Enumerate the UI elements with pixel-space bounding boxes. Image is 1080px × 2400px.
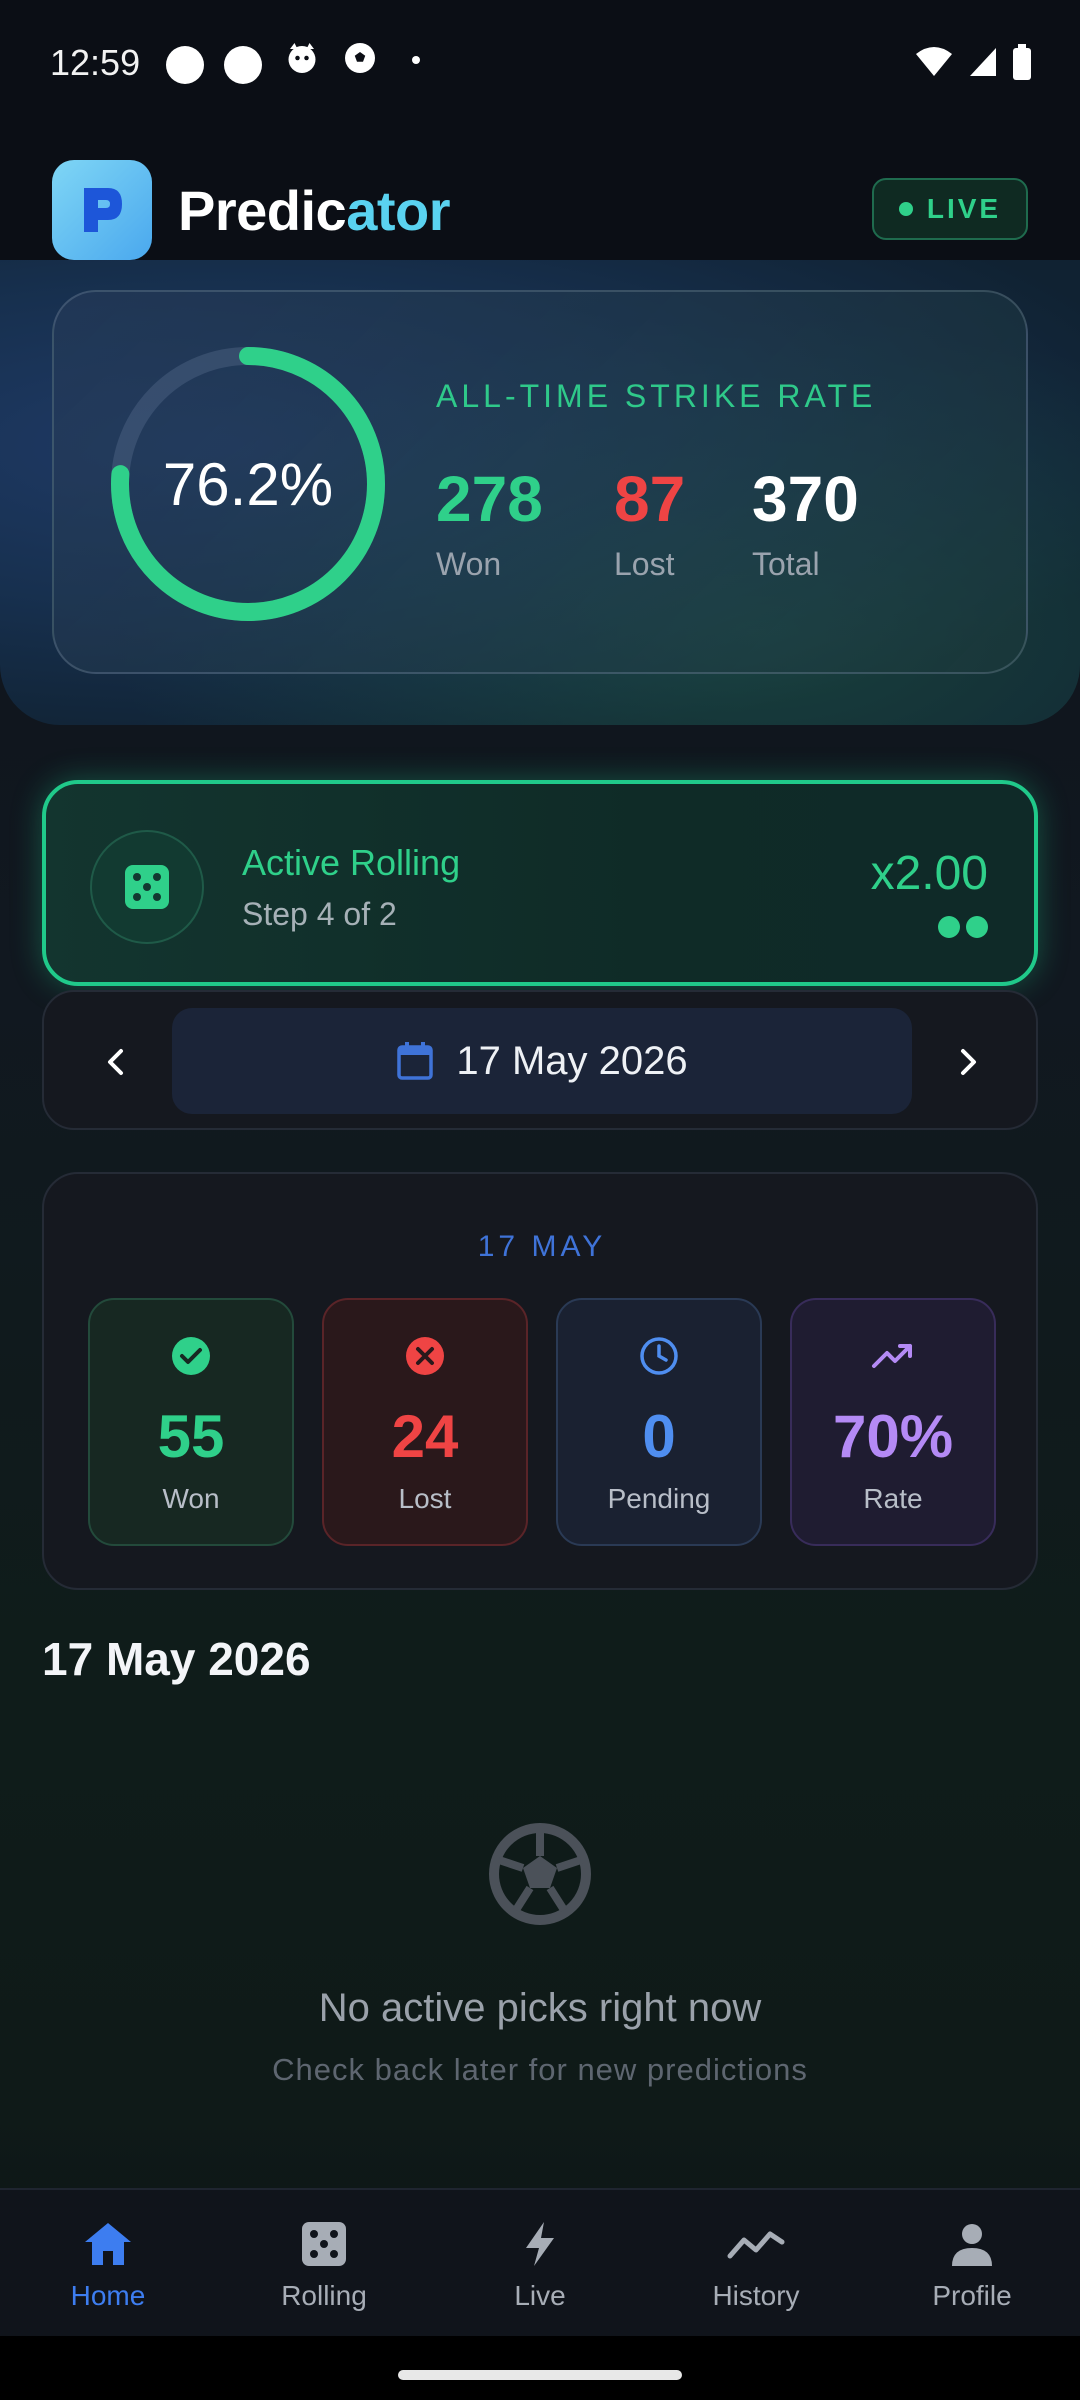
summary-date-label: 17 MAY (477, 1230, 607, 1263)
won-tile-label: Won (162, 1483, 220, 1514)
chart-line-icon (727, 2231, 785, 2259)
soccer-ball-icon (489, 1823, 591, 1925)
rolling-title: Active Rolling (242, 842, 461, 883)
nav-profile[interactable]: Profile (892, 2220, 1052, 2312)
live-badge[interactable]: LIVE (872, 178, 1028, 240)
nav-live[interactable]: Live (460, 2220, 620, 2312)
nav-rolling[interactable]: Rolling (244, 2220, 404, 2312)
status-time: 12:59 (50, 42, 141, 83)
dice-icon-badge (90, 830, 204, 944)
chevron-left-icon (108, 1049, 123, 1075)
won-label: Won (436, 546, 502, 582)
nav-profile-label: Profile (932, 2280, 1012, 2311)
previous-date-button[interactable] (84, 1030, 148, 1094)
won-tile: 55 Won (88, 1298, 294, 1546)
won-stat: 278 Won (436, 462, 543, 583)
pending-tile: 0 Pending (556, 1298, 762, 1546)
rate-tile-label: Rate (863, 1483, 923, 1514)
x-circle-icon (405, 1336, 445, 1376)
wifi-icon (914, 46, 954, 83)
rolling-multiplier: x2.00 (870, 847, 988, 900)
rate-value: 70% (832, 1403, 954, 1470)
lost-label: Lost (614, 546, 675, 582)
selected-date: 17 May 2026 (456, 1038, 688, 1083)
nav-live-label: Live (514, 2280, 566, 2311)
nav-history[interactable]: History (676, 2220, 836, 2312)
status-bar: 12:59 (0, 0, 1080, 130)
lost-value: 24 (391, 1403, 459, 1470)
home-gesture-handle[interactable] (398, 2370, 682, 2380)
empty-state-title: No active picks right now (318, 1986, 762, 2030)
person-icon (952, 2224, 992, 2266)
pending-value: 0 (642, 1403, 676, 1470)
won-count: 278 (436, 463, 543, 535)
rate-tile: 70% Rate (790, 1298, 996, 1546)
notification-icon (224, 46, 262, 84)
bolt-icon (526, 2222, 554, 2266)
strike-rate-value: 76.2% (162, 450, 334, 518)
app-header: Predicator LIVE (0, 130, 1080, 260)
dice-icon (125, 865, 169, 909)
signal-icon (968, 46, 998, 83)
status-right (914, 44, 1032, 85)
cat-notification-icon (284, 40, 320, 85)
pending-tile-label: Pending (607, 1483, 711, 1514)
nav-home[interactable]: Home (28, 2220, 188, 2312)
app-title: Predicator (178, 179, 450, 242)
gesture-area (0, 2336, 1080, 2400)
home-icon (85, 2223, 131, 2265)
lost-stat: 87 Lost (614, 462, 685, 583)
live-label: LIVE (926, 193, 1002, 224)
app-logo (52, 160, 152, 260)
clock-icon (639, 1336, 679, 1376)
won-value: 55 (157, 1403, 225, 1470)
more-notifications-icon (412, 56, 420, 64)
bottom-navigation: Home Rolling Live History Profile (0, 2188, 1080, 2336)
nav-home-label: Home (70, 2280, 146, 2311)
soccer-notification-icon (342, 40, 378, 85)
trending-up-icon (871, 1336, 915, 1376)
rolling-progress-dots (938, 916, 988, 938)
empty-state-subtitle: Check back later for new predictions (272, 2052, 808, 2087)
lost-count: 87 (614, 463, 686, 535)
live-dot-icon (898, 202, 913, 216)
total-label: Total (752, 546, 820, 582)
next-date-button[interactable] (936, 1030, 1000, 1094)
total-stat: 370 Total (752, 462, 859, 583)
active-rolling-card[interactable]: Active Rolling Step 4 of 2 x2.00 (42, 780, 1038, 986)
lost-tile: 24 Lost (322, 1298, 528, 1546)
nav-history-label: History (712, 2280, 800, 2311)
strike-rate-label: ALL-TIME STRIKE RATE (436, 378, 877, 414)
notification-icon (166, 46, 204, 84)
section-title: 17 May 2026 (42, 1633, 311, 1685)
chevron-right-icon (961, 1049, 976, 1075)
total-count: 370 (752, 463, 859, 535)
battery-icon (1012, 44, 1032, 85)
lost-tile-label: Lost (398, 1483, 452, 1514)
day-summary-card: 17 MAY 55 Won 24 Lost 0 Pending 70% Rate (42, 1172, 1038, 1590)
date-navigator: 17 May 2026 (42, 990, 1038, 1130)
dice-icon (302, 2222, 346, 2266)
date-picker-button[interactable]: 17 May 2026 (172, 1008, 912, 1114)
nav-rolling-label: Rolling (281, 2280, 367, 2311)
check-circle-icon (171, 1336, 211, 1376)
rolling-step: Step 4 of 2 (242, 896, 397, 932)
calendar-icon (397, 1042, 434, 1080)
strike-rate-card: 76.2% ALL-TIME STRIKE RATE 278 Won 87 Lo… (52, 290, 1028, 674)
